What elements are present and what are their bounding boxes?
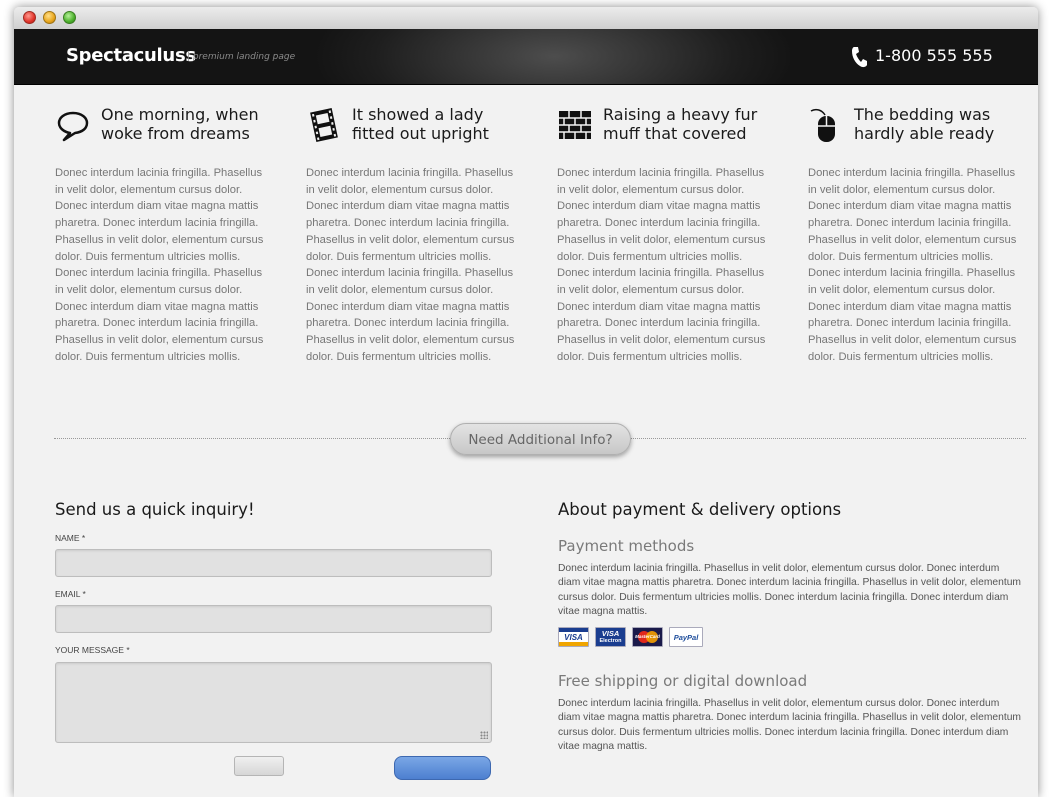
brick-wall-icon: [559, 111, 591, 139]
paypal-icon: PayPal: [669, 627, 703, 647]
payment-methods-text: Donec interdum lacinia fringilla. Phasel…: [558, 563, 1022, 618]
visa-card-icon: VISA: [558, 627, 589, 647]
feature-title: The bedding was hardly able ready: [854, 105, 995, 143]
maximize-window-button[interactable]: [63, 11, 76, 24]
need-info-button[interactable]: Need Additional Info?: [450, 423, 631, 455]
phone-icon: [852, 47, 867, 68]
visa-electron-bottom-label: Electron: [599, 638, 622, 644]
feature-title: One morning, when woke from dreams: [101, 105, 259, 143]
submit-button[interactable]: [394, 756, 491, 780]
name-label: NAME *: [55, 533, 86, 543]
close-window-button[interactable]: [23, 11, 36, 24]
message-field[interactable]: [55, 662, 492, 743]
resize-grip-icon[interactable]: [480, 731, 488, 739]
brand-tagline: | premium landing page: [187, 52, 296, 62]
feature-text: Donec interdum lacinia fringilla. Phasel…: [808, 167, 1017, 363]
window-titlebar: [14, 7, 1038, 30]
site-header: Spectaculuss | premium landing page 1-80…: [14, 29, 1038, 85]
minimize-window-button[interactable]: [43, 11, 56, 24]
visa-electron-card-icon: VISA Electron: [595, 627, 626, 647]
reset-button[interactable]: [234, 756, 284, 776]
payment-methods-heading: Payment methods: [558, 537, 695, 555]
visa-card-label: VISA: [564, 633, 583, 642]
name-field[interactable]: [55, 549, 492, 577]
message-label: YOUR MESSAGE *: [55, 645, 130, 655]
form-title: Send us a quick inquiry!: [55, 500, 255, 519]
about-title: About payment & delivery options: [558, 500, 842, 519]
feature-title: Raising a heavy fur muff that covered: [603, 105, 758, 143]
film-strip-icon: [310, 108, 338, 142]
mouse-icon: [810, 108, 835, 142]
browser-window: Spectaculuss | premium landing page 1-80…: [14, 7, 1038, 797]
feature-text: Donec interdum lacinia fringilla. Phasel…: [306, 167, 515, 363]
mastercard-label: MasterCard: [635, 634, 660, 639]
feature-text: Donec interdum lacinia fringilla. Phasel…: [557, 167, 766, 363]
email-label: EMAIL *: [55, 589, 86, 599]
shipping-heading: Free shipping or digital download: [558, 672, 808, 690]
feature-title: It showed a lady fitted out upright: [352, 105, 489, 143]
phone-number[interactable]: 1-800 555 555: [875, 46, 993, 65]
email-field[interactable]: [55, 605, 492, 633]
visa-electron-top-label: VISA: [601, 629, 620, 638]
speech-bubble-icon: [57, 111, 89, 142]
mastercard-icon: MasterCard: [632, 627, 663, 647]
shipping-text: Donec interdum lacinia fringilla. Phasel…: [558, 698, 1022, 753]
brand-logo[interactable]: Spectaculuss: [66, 45, 196, 66]
paypal-label: PayPal: [673, 633, 699, 642]
feature-text: Donec interdum lacinia fringilla. Phasel…: [55, 167, 264, 363]
